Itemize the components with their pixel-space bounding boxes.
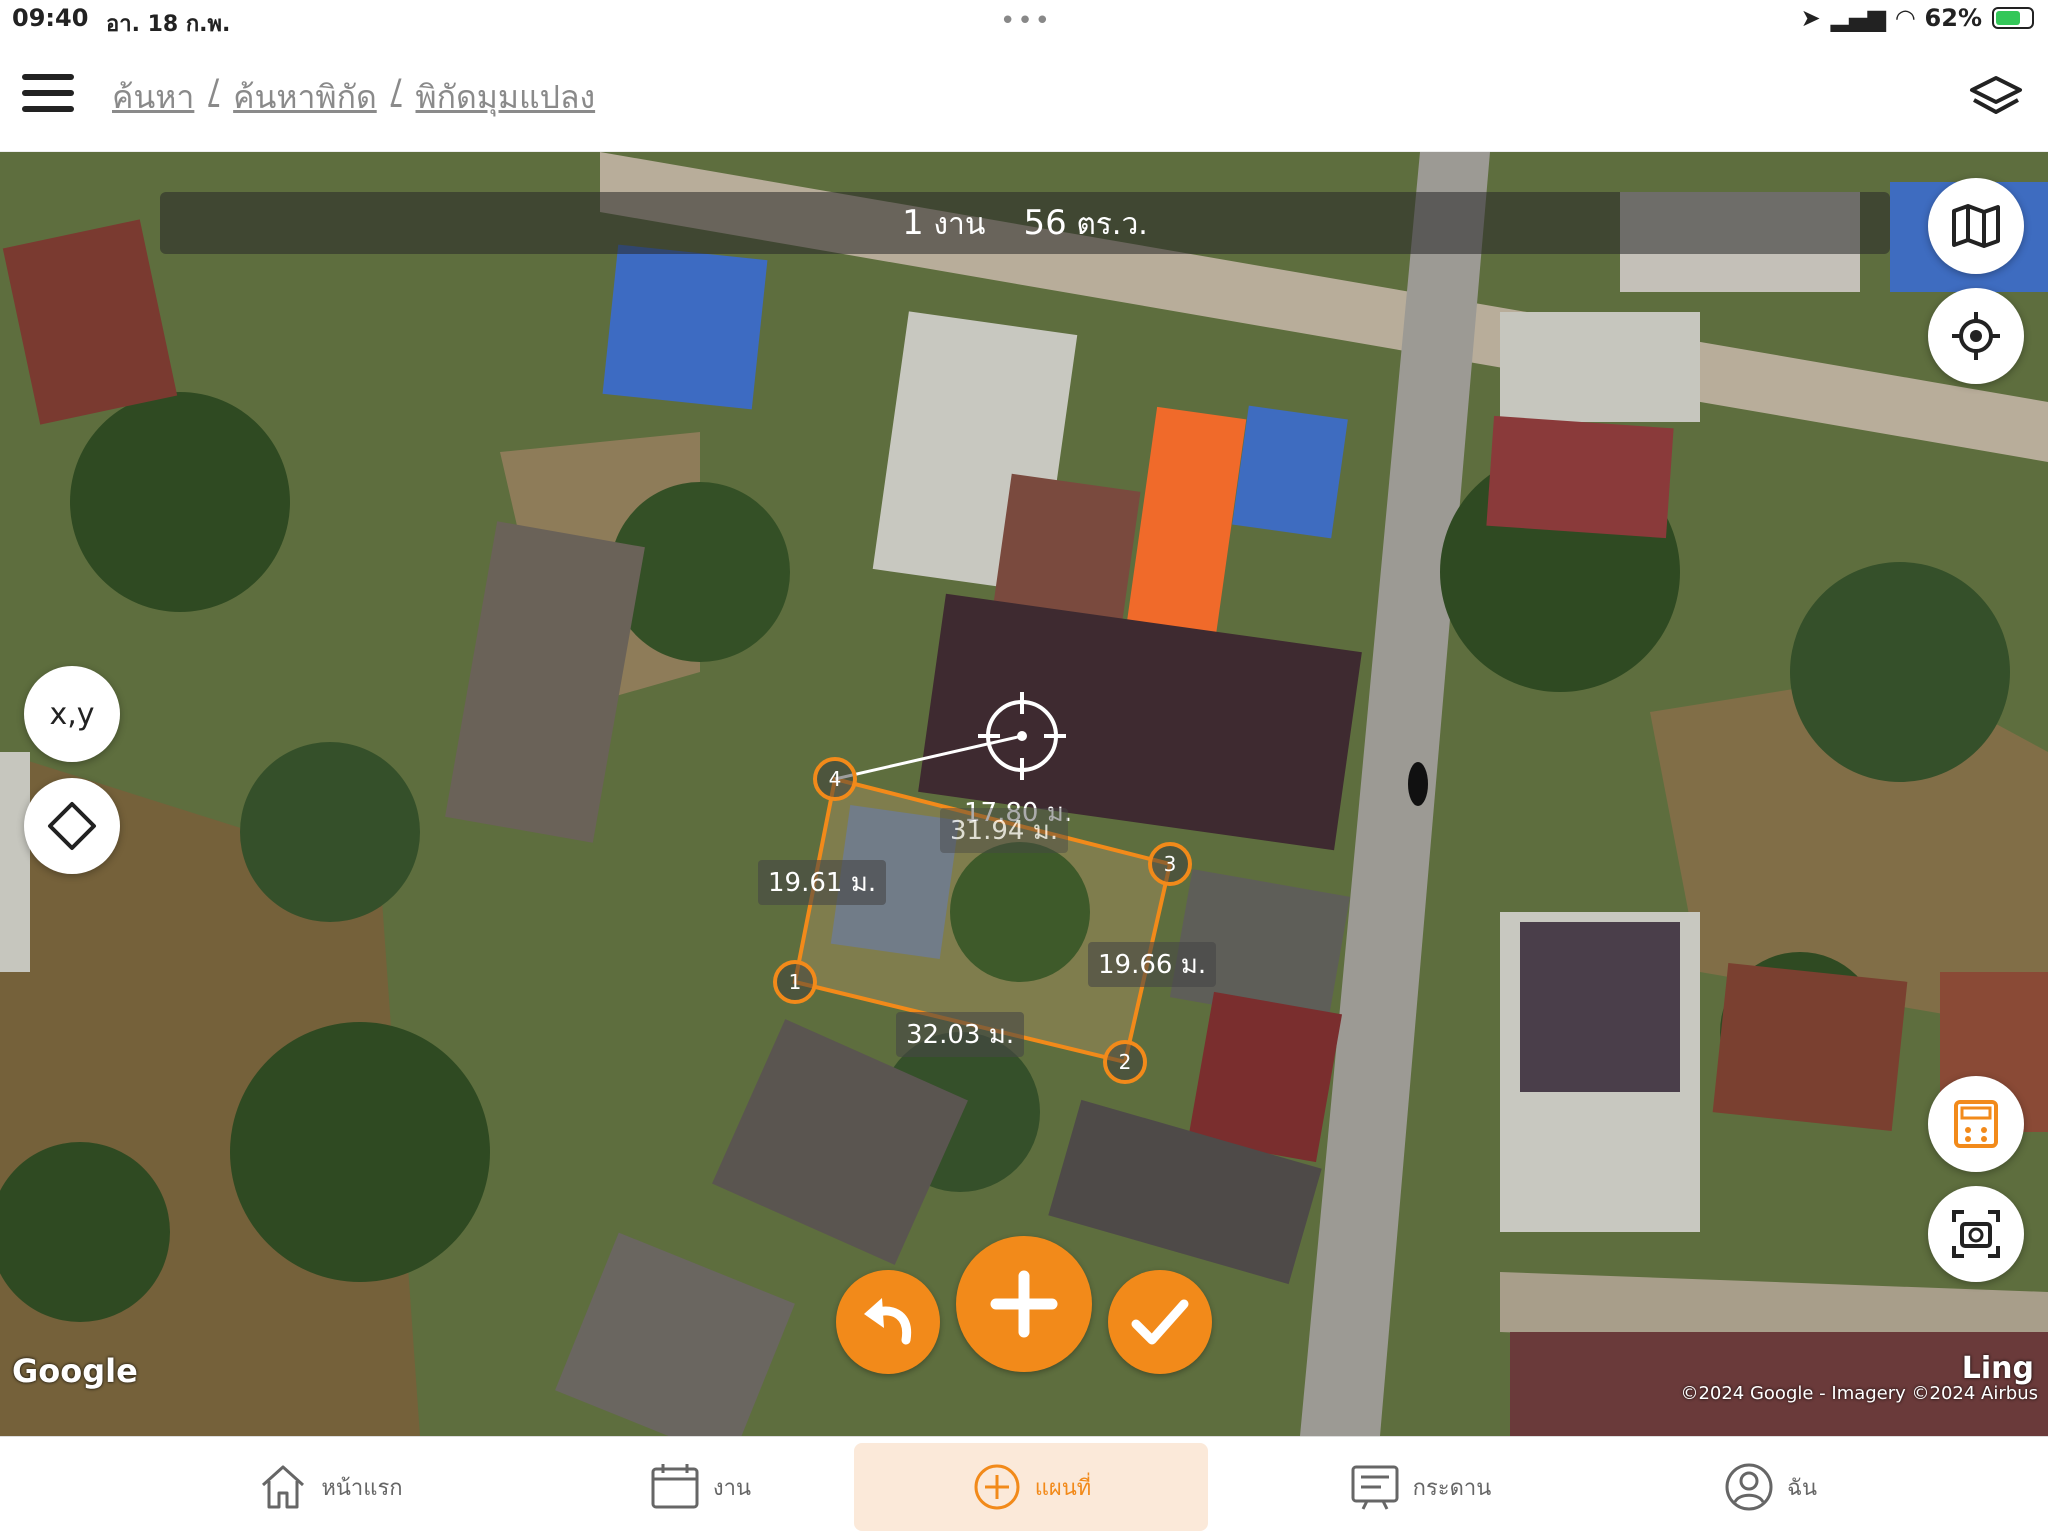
nav-item-map[interactable]: แผนที่	[854, 1443, 1208, 1531]
map-icon	[1952, 204, 2000, 248]
nav-label-work: งาน	[712, 1475, 752, 1501]
vertex-1[interactable]: 1	[773, 960, 817, 1004]
status-bar: 09:40 อา. 18 ก.พ. ••• ➤ ▂▄▆ ◠ 62%	[0, 0, 2048, 40]
breadcrumb: ค้นหา / ค้นหาพิกัด / พิกัดมุมแปลง	[112, 72, 595, 123]
add-point-button[interactable]	[956, 1236, 1092, 1372]
nav-label-map: แผนที่	[1034, 1475, 1092, 1501]
app-header: ค้นหา / ค้นหาพิกัด / พิกัดมุมแปลง	[0, 40, 2048, 152]
breadcrumb-search[interactable]: ค้นหา	[112, 72, 194, 123]
target-icon	[1952, 312, 2000, 360]
nav-label-board: กระดาน	[1412, 1475, 1492, 1501]
menu-icon[interactable]	[22, 74, 74, 114]
vertex-3[interactable]: 3	[1148, 842, 1192, 886]
xy-input-button[interactable]: x,y	[24, 666, 120, 762]
confirm-button[interactable]	[1108, 1270, 1212, 1374]
vertex-2[interactable]: 2	[1103, 1040, 1147, 1084]
ling-watermark: Ling	[1961, 1351, 2034, 1386]
home-icon	[262, 1465, 305, 1509]
vertex-4[interactable]: 4	[813, 757, 857, 801]
nav-item-work[interactable]: งาน	[570, 1437, 830, 1536]
side-3-2-label: 19.66 ม.	[1088, 942, 1217, 987]
plus-icon	[990, 1270, 1058, 1338]
side-1-4-label: 19.61 ม.	[758, 860, 887, 905]
board-icon	[1351, 1465, 1399, 1510]
status-date: อา. 18 ก.พ.	[106, 12, 231, 37]
status-time: 09:40	[12, 4, 89, 32]
area-rai-label: งาน	[933, 207, 986, 242]
side-1-2-label: 32.03 ม.	[896, 1012, 1025, 1057]
nav-item-me[interactable]: ฉัน	[1660, 1437, 1880, 1536]
layers-icon[interactable]	[1968, 74, 2024, 118]
calculator-button[interactable]	[1928, 1076, 2024, 1172]
camera-capture-icon	[1952, 1210, 2000, 1258]
battery-icon	[1992, 7, 2034, 29]
undo-icon	[864, 1298, 912, 1345]
breadcrumb-plot-corner[interactable]: พิกัดมุมแปลง	[416, 72, 596, 123]
side-4-3-label: 31.94 ม.	[940, 808, 1069, 853]
status-right: ➤ ▂▄▆ ◠ 62%	[1801, 4, 2034, 32]
nav-item-board[interactable]: กระดาน	[1290, 1437, 1550, 1536]
multitask-dots[interactable]: •••	[1000, 6, 1052, 36]
map-attribution: ©2024 Google - Imagery ©2024 Airbus	[1680, 1383, 2038, 1404]
battery-percent: 62%	[1924, 4, 1982, 32]
check-icon	[1131, 1299, 1189, 1345]
nav-label-me: ฉัน	[1786, 1475, 1818, 1501]
undo-button[interactable]	[836, 1270, 940, 1374]
my-location-button[interactable]	[1928, 288, 2024, 384]
screenshot-button[interactable]	[1928, 1186, 2024, 1282]
google-logo: Google	[12, 1352, 138, 1390]
calculator-icon	[1954, 1100, 1998, 1148]
breadcrumb-search-coord[interactable]: ค้นหาพิกัด	[233, 72, 377, 123]
plus-circle-icon	[974, 1464, 1020, 1510]
nav-item-home[interactable]: หน้าแรก	[200, 1437, 460, 1536]
location-arrow-icon: ➤	[1800, 4, 1821, 32]
satellite-map[interactable]: 1 งาน 56 ตร.ว. x,y 31.94 ม. 19.61 ม. 19.…	[0, 152, 2048, 1436]
calendar-icon	[651, 1464, 699, 1509]
nav-label-home: หน้าแรก	[321, 1475, 403, 1501]
area-banner: 1 งาน 56 ตร.ว.	[160, 192, 1890, 254]
bottom-nav: หน้าแรก งาน แผนที่ กระดาน ฉัน	[0, 1436, 2048, 1536]
diamond-icon	[48, 802, 96, 850]
map-type-button[interactable]	[1928, 178, 2024, 274]
area-sqwa-value: 56	[1023, 203, 1067, 243]
user-icon	[1725, 1463, 1773, 1511]
draw-shape-button[interactable]	[24, 778, 120, 874]
area-sqwa-label: ตร.ว.	[1076, 207, 1148, 242]
wifi-icon: ◠	[1896, 4, 1915, 32]
area-rai-value: 1	[902, 203, 924, 243]
signal-icon: ▂▄▆	[1830, 4, 1887, 32]
